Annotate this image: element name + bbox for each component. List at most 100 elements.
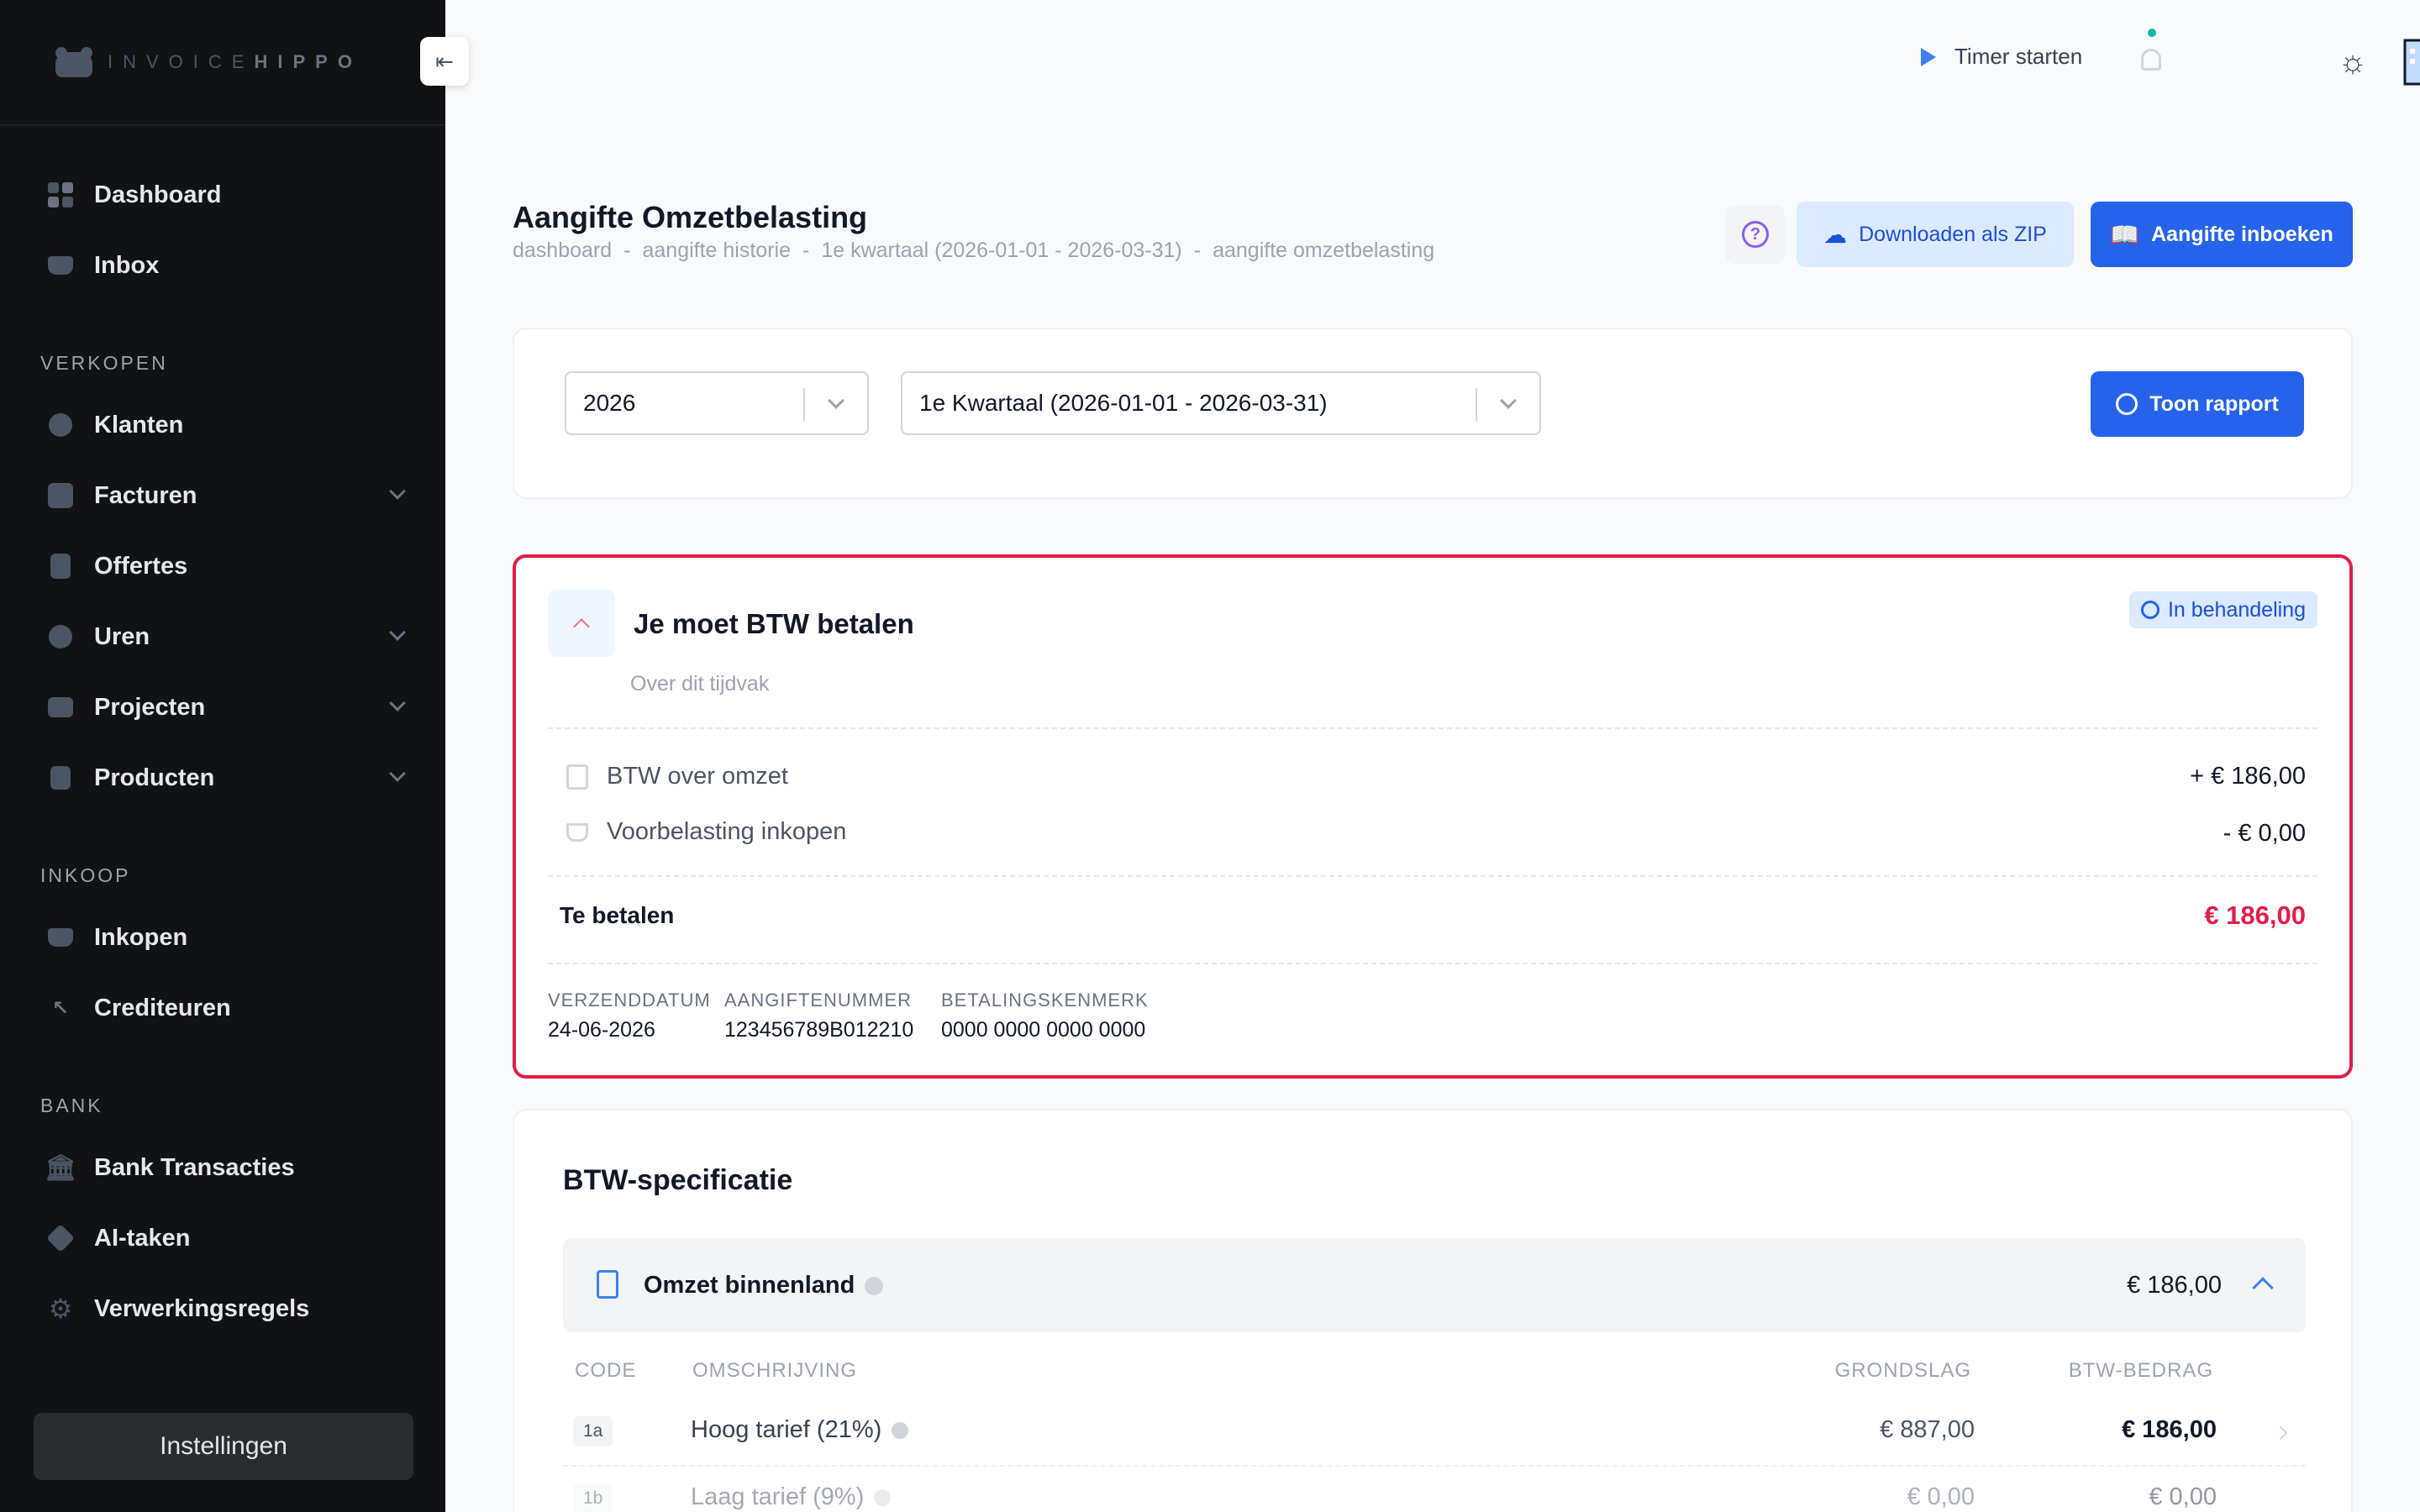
amount-due-value: € 186,00 [2204, 900, 2306, 930]
sidebar-item-label: Dashboard [94, 181, 222, 208]
chevron-up-icon [573, 618, 590, 635]
sidebar-item-crediteuren[interactable]: ↖ Crediteuren [0, 973, 445, 1043]
chevron-up-icon[interactable] [2252, 1277, 2274, 1299]
sidebar-item-producten[interactable]: Producten [0, 743, 445, 813]
sidebar-item-label: Bank Transacties [94, 1153, 295, 1181]
sidebar-item-dashboard[interactable]: Dashboard [0, 160, 445, 230]
group-domestic-revenue[interactable]: Omzet binnenland € 186,00 [563, 1238, 2306, 1332]
arrow-up-left-icon: ↖ [51, 996, 70, 1020]
row-base: € 0,00 [1907, 1483, 1975, 1510]
topbar: Timer starten ☼ [445, 0, 2420, 118]
logo[interactable]: INVOICEHIPPO [0, 0, 445, 126]
sidebar-item-inbox[interactable]: Inbox [0, 230, 445, 301]
help-button[interactable]: ? [1726, 205, 1785, 264]
vat-summary-title: Je moet BTW betalen [634, 608, 914, 639]
invoice-icon [47, 482, 74, 509]
column-header-code: CODE [575, 1359, 637, 1382]
sidebar-item-facturen[interactable]: Facturen [0, 460, 445, 531]
cart-icon [47, 924, 74, 951]
cog-icon: ⚙ [48, 1294, 73, 1324]
sidebar-item-klanten[interactable]: Klanten [0, 390, 445, 460]
table-row[interactable]: 1a Hoog tarief (21%) € 887,00 € 186,00 [563, 1399, 2306, 1467]
breadcrumb-item[interactable]: aangifte historie [642, 239, 791, 263]
sidebar: INVOICEHIPPO Dashboard Inbox VERKOPEN Kl… [0, 0, 445, 1512]
vat-summary-subtitle: Over dit tijdvak [630, 672, 770, 696]
quote-icon [47, 553, 74, 580]
sidebar-item-projecten[interactable]: Projecten [0, 672, 445, 743]
clock-icon [47, 623, 74, 650]
cart-icon [566, 822, 588, 842]
show-report-label: Toon rapport [2149, 391, 2279, 416]
breadcrumb: dashboard - aangifte historie - 1e kwartaa… [513, 239, 1435, 263]
vat-on-revenue-value: + € 186,00 [2190, 763, 2306, 790]
download-zip-button[interactable]: ☁ Downloaden als ZIP [1797, 202, 2074, 267]
briefcase-icon [47, 694, 74, 721]
sidebar-item-verwerkingsregels[interactable]: ⚙ Verwerkingsregels [0, 1273, 445, 1344]
section-heading-bank: BANK [40, 1095, 103, 1116]
hippo-logo-icon [52, 45, 96, 79]
section-heading-verkopen: VERKOPEN [40, 352, 168, 374]
receipt-icon [566, 764, 588, 790]
logo-text: INVOICEHIPPO [108, 51, 362, 72]
sidebar-item-offertes[interactable]: Offertes [0, 531, 445, 601]
show-report-button[interactable]: Toon rapport [2091, 371, 2304, 437]
divider [548, 727, 2317, 729]
arrow-left-icon: ⇤ [435, 48, 454, 74]
vat-on-revenue-label: BTW over omzet [566, 763, 788, 790]
year-select[interactable]: 2026 [565, 371, 869, 435]
chevron-down-icon[interactable] [389, 483, 406, 500]
filter-card: 2026 1e Kwartaal (2026-01-01 - 2026-03-3… [513, 328, 2353, 499]
chevron-down-icon[interactable] [389, 695, 406, 711]
chevron-down-icon [828, 392, 844, 409]
code-badge: 1b [573, 1483, 613, 1512]
chevron-down-icon[interactable] [389, 624, 406, 641]
section-heading-inkoop: INKOOP [40, 864, 131, 886]
breadcrumb-item[interactable]: dashboard [513, 239, 612, 263]
info-icon[interactable] [865, 1277, 884, 1296]
sidebar-item-inkopen[interactable]: Inkopen [0, 902, 445, 973]
settings-button[interactable]: Instellingen [34, 1413, 413, 1480]
book-return-button[interactable]: 📖 Aangifte inboeken [2091, 202, 2353, 267]
row-vat-amount: € 186,00 [2122, 1416, 2217, 1443]
company-avatar[interactable] [2400, 29, 2420, 89]
row-description: Laag tarief (9%) [691, 1483, 892, 1511]
notification-dot [2148, 29, 2156, 37]
divider [548, 875, 2317, 877]
sidebar-item-label: Facturen [94, 481, 197, 509]
chevron-down-icon[interactable] [389, 765, 406, 782]
notifications-bell-icon[interactable] [2136, 29, 2166, 76]
period-select[interactable]: 1e Kwartaal (2026-01-01 - 2026-03-31) [901, 371, 1541, 435]
input-vat-value: - € 0,00 [2223, 820, 2306, 847]
code-badge: 1a [573, 1416, 613, 1446]
group-name: Omzet binnenland [644, 1272, 884, 1299]
sidebar-item-uren[interactable]: Uren [0, 601, 445, 672]
book-icon: 📖 [2110, 221, 2140, 248]
column-header-base: GRONDSLAG [1834, 1359, 1971, 1382]
column-header-vat-amount: BTW-BEDRAG [2068, 1359, 2213, 1382]
sidebar-item-label: AI-taken [94, 1224, 191, 1252]
row-vat-amount: € 0,00 [2149, 1483, 2217, 1510]
inbox-icon [47, 252, 74, 279]
table-row[interactable]: 1b Laag tarief (9%) € 0,00 € 0,00 [563, 1467, 2306, 1512]
row-base: € 887,00 [1880, 1416, 1975, 1443]
year-value: 2026 [583, 390, 636, 416]
dashboard-grid-icon [47, 181, 74, 208]
meta-send-date: VERZENDDATUM 24-06-2026 [548, 990, 711, 1042]
sidebar-item-ai-taken[interactable]: AI-taken [0, 1203, 445, 1273]
sidebar-item-bank-transacties[interactable]: 🏛 Bank Transacties [0, 1132, 445, 1203]
building-icon [2403, 39, 2420, 86]
timer-start-button[interactable]: Timer starten [1921, 44, 2082, 70]
amount-due-label: Te betalen [560, 902, 675, 928]
info-icon[interactable] [874, 1489, 892, 1507]
status-badge: In behandeling [2128, 591, 2317, 628]
sidebar-item-label: Crediteuren [94, 994, 231, 1021]
info-icon[interactable] [892, 1422, 909, 1440]
collapse-toggle-button[interactable] [548, 590, 615, 657]
users-icon [47, 412, 74, 438]
collapse-sidebar-button[interactable]: ⇤ [420, 37, 469, 86]
play-icon [1921, 47, 1936, 66]
breadcrumb-item[interactable]: 1e kwartaal (2026-01-01 - 2026-03-31) [821, 239, 1181, 263]
theme-toggle-sun-icon[interactable]: ☼ [2336, 45, 2370, 80]
cloud-download-icon: ☁ [1823, 221, 1848, 248]
sidebar-item-label: Projecten [94, 693, 206, 721]
